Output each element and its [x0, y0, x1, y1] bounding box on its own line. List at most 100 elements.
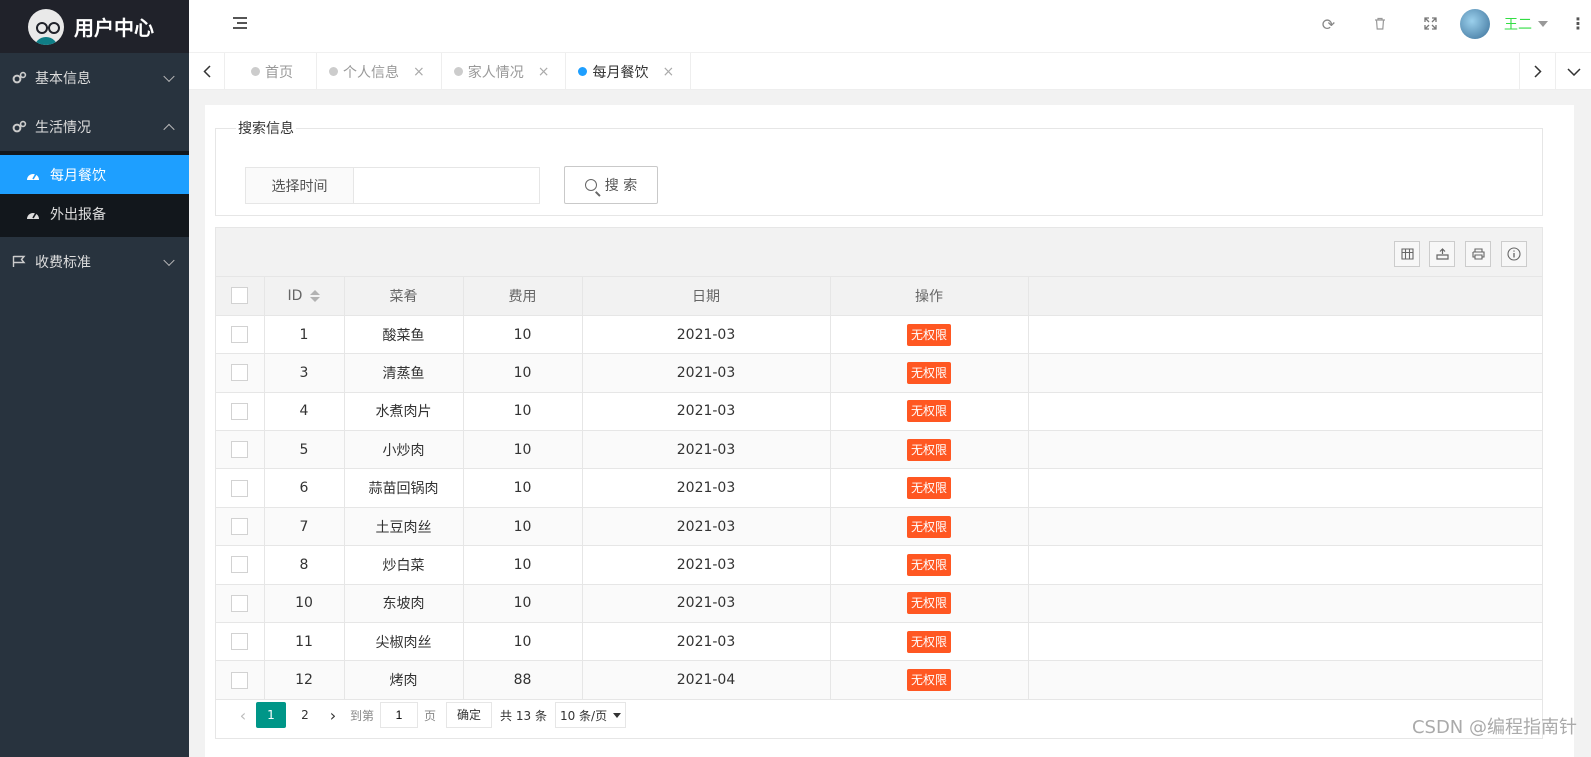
tab-family[interactable]: 家人情况 × [442, 53, 567, 90]
row-checkbox[interactable] [216, 507, 265, 547]
no-permission-badge[interactable]: 无权限 [906, 323, 951, 346]
tabs-scroll-right-icon[interactable] [1519, 53, 1555, 90]
row-checkbox[interactable] [216, 392, 265, 432]
checkbox[interactable] [231, 671, 249, 689]
no-permission-badge[interactable]: 无权限 [906, 592, 951, 615]
no-permission-badge[interactable]: 无权限 [906, 400, 951, 423]
checkbox[interactable] [231, 556, 249, 574]
row-checkbox[interactable] [216, 315, 265, 355]
prev-page-icon[interactable]: ‹ [232, 706, 254, 725]
watermark: CSDN @编程指南针 [1411, 717, 1577, 738]
export-icon[interactable] [1429, 241, 1455, 267]
info-icon[interactable] [1501, 241, 1527, 267]
tabs-menu-chevron-down-icon[interactable] [1555, 53, 1591, 90]
refresh-icon[interactable]: ⟳ [1303, 15, 1354, 34]
main-content: 搜索信息 选择时间 搜 索 ID 菜肴 费用 日期 操作 1 酸菜鱼 10 20… [205, 105, 1574, 757]
checkbox[interactable] [231, 287, 249, 305]
tab-dot-icon [578, 67, 588, 76]
cell-filler [1028, 584, 1542, 624]
sidebar-item-fee-standard[interactable]: 收费标准 [0, 237, 189, 286]
goto-label: 到第 [350, 708, 375, 723]
search-legend: 搜索信息 [238, 121, 294, 137]
table-row: 4 水煮肉片 10 2021-03 无权限 [216, 392, 1542, 432]
cell-dish: 尖椒肉丝 [344, 622, 464, 662]
sidebar-subitem-outing-report[interactable]: 外出报备 [0, 194, 189, 233]
data-table: ID 菜肴 费用 日期 操作 1 酸菜鱼 10 2021-03 无权限 3 清蒸… [215, 227, 1543, 739]
select-all-checkbox[interactable] [216, 277, 265, 316]
row-checkbox[interactable] [216, 430, 265, 470]
column-label: ID [287, 287, 303, 304]
checkbox[interactable] [231, 441, 249, 459]
next-page-icon[interactable]: › [322, 706, 344, 725]
tab-bar: 首页 个人信息 × 家人情况 × 每月餐饮 × [189, 53, 1591, 90]
row-checkbox[interactable] [216, 622, 265, 662]
page-jump-input[interactable] [380, 702, 419, 728]
row-checkbox[interactable] [216, 545, 265, 585]
columns-filter-icon[interactable] [1394, 241, 1420, 267]
column-header-id[interactable]: ID [264, 277, 345, 316]
dashboard-icon [26, 208, 42, 220]
search-time-input[interactable] [353, 167, 540, 204]
no-permission-badge[interactable]: 无权限 [906, 630, 951, 653]
row-checkbox[interactable] [216, 660, 265, 700]
top-header: ⟳ 王二 ⋮ [189, 0, 1591, 53]
checkbox[interactable] [231, 326, 249, 344]
no-permission-badge[interactable]: 无权限 [906, 361, 951, 384]
no-permission-badge[interactable]: 无权限 [906, 477, 951, 500]
checkbox[interactable] [231, 594, 249, 612]
cell-action: 无权限 [830, 353, 1029, 393]
user-avatar[interactable] [1460, 9, 1490, 39]
tabs-scroll-left-icon[interactable] [189, 53, 225, 90]
cell-id: 4 [264, 392, 345, 432]
row-checkbox[interactable] [216, 468, 265, 508]
close-icon[interactable]: × [538, 64, 550, 80]
checkbox[interactable] [231, 364, 249, 382]
print-icon[interactable] [1465, 241, 1491, 267]
cell-cost: 10 [463, 622, 583, 662]
user-name[interactable]: 王二 [1504, 14, 1532, 34]
page-number-current[interactable]: 1 [256, 702, 286, 728]
cell-dish: 酸菜鱼 [344, 315, 464, 355]
page-number[interactable]: 2 [290, 702, 320, 728]
cell-id: 1 [264, 315, 345, 355]
fullscreen-icon[interactable] [1405, 15, 1456, 34]
checkbox[interactable] [231, 479, 249, 497]
no-permission-badge[interactable]: 无权限 [906, 553, 951, 576]
caret-down-icon[interactable] [1538, 21, 1548, 27]
search-panel: 搜索信息 选择时间 搜 索 [215, 118, 1543, 216]
sidebar-subitem-label: 外出报备 [50, 206, 106, 223]
more-vertical-icon[interactable]: ⋮ [1570, 16, 1586, 32]
sidebar-item-life[interactable]: 生活情况 [0, 102, 189, 151]
menu-toggle-icon[interactable] [233, 17, 249, 31]
cell-id: 7 [264, 507, 345, 547]
total-count: 共 13 条 [500, 708, 547, 723]
checkbox[interactable] [231, 402, 249, 420]
close-icon[interactable]: × [662, 64, 674, 80]
no-permission-badge[interactable]: 无权限 [906, 438, 951, 461]
checkbox[interactable] [231, 518, 249, 536]
cell-cost: 10 [463, 584, 583, 624]
tab-monthly-meals[interactable]: 每月餐饮 × [566, 53, 692, 90]
page-size-select[interactable]: 10 条/页 [554, 702, 627, 728]
dashboard-icon [26, 169, 42, 181]
tab-home[interactable]: 首页 [225, 53, 317, 90]
gears-icon [11, 120, 27, 134]
search-button[interactable]: 搜 索 [564, 166, 658, 204]
no-permission-badge[interactable]: 无权限 [906, 515, 951, 538]
sidebar-subitem-monthly-meals[interactable]: 每月餐饮 [0, 155, 189, 194]
page-jump-confirm-button[interactable]: 确定 [446, 702, 493, 728]
cell-dish: 蒜苗回锅肉 [344, 468, 464, 508]
trash-icon[interactable] [1354, 15, 1405, 34]
cell-filler [1028, 392, 1542, 432]
row-checkbox[interactable] [216, 353, 265, 393]
sidebar-item-basic-info[interactable]: 基本信息 [0, 53, 189, 102]
row-checkbox[interactable] [216, 584, 265, 624]
table: ID 菜肴 费用 日期 操作 1 酸菜鱼 10 2021-03 无权限 3 清蒸… [216, 277, 1542, 700]
tab-personal-info[interactable]: 个人信息 × [317, 53, 442, 90]
cell-id: 8 [264, 545, 345, 585]
column-header-dish: 菜肴 [344, 277, 464, 316]
sort-icon[interactable] [310, 289, 321, 302]
close-icon[interactable]: × [413, 64, 425, 80]
checkbox[interactable] [231, 633, 249, 651]
no-permission-badge[interactable]: 无权限 [906, 669, 951, 692]
